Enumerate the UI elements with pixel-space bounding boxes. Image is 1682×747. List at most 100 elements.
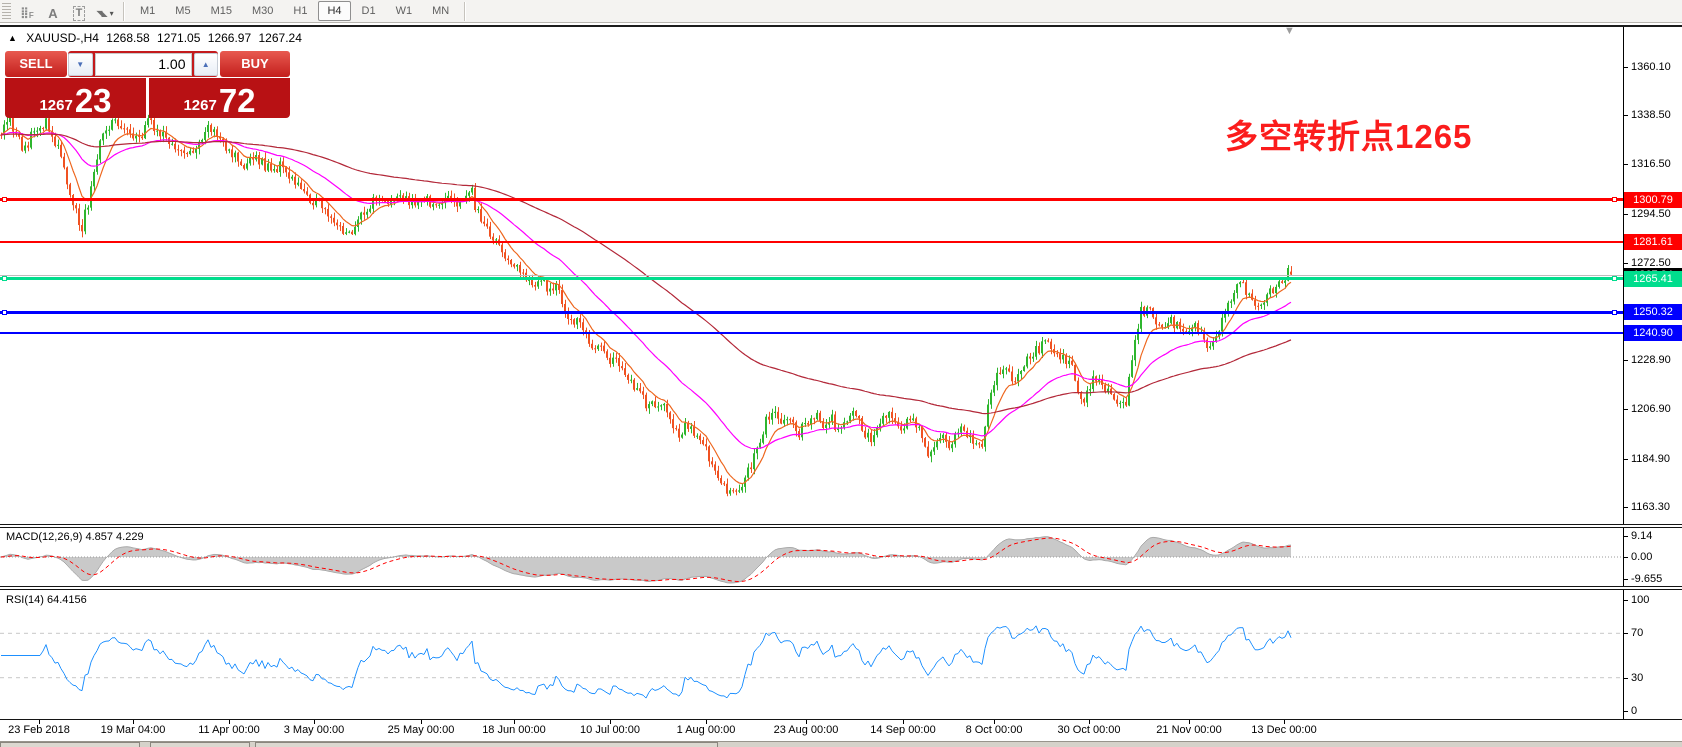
- text-label-button[interactable]: A: [42, 2, 64, 21]
- price-axis-tick-label: 1338.50: [1631, 108, 1671, 122]
- rsi-axis-tick-mark: [1623, 633, 1628, 634]
- timeframe-button-MN[interactable]: MN: [423, 1, 458, 21]
- price-axis-tick-mark: [1623, 360, 1628, 361]
- horizontal-line-1281.61[interactable]: [0, 241, 1623, 243]
- volume-input[interactable]: [95, 53, 192, 76]
- time-axis-label: 18 Jun 00:00: [482, 724, 546, 736]
- macd-axis-tick-label: 9.14: [1631, 529, 1652, 543]
- timeframe-button-M30[interactable]: M30: [243, 1, 282, 21]
- panel-separator-macd-rsi[interactable]: [0, 586, 1682, 590]
- line-handle[interactable]: [2, 276, 7, 281]
- price-axis-tick-label: 1294.50: [1631, 207, 1671, 221]
- time-axis-label: 3 May 00:00: [284, 724, 345, 736]
- rsi-axis-tick-mark: [1623, 711, 1628, 712]
- line-handle[interactable]: [1612, 310, 1617, 315]
- toolbar: ⣿F A T ◥◣▾ M1M5M15M30H1H4D1W1MN: [0, 0, 1682, 23]
- horizontal-line-1265.41[interactable]: [0, 277, 1623, 280]
- timeframe-button-W1[interactable]: W1: [387, 1, 422, 21]
- price-axis-tick-mark: [1623, 459, 1628, 460]
- time-axis-label: 10 Jul 00:00: [580, 724, 640, 736]
- sell-button[interactable]: SELL: [5, 51, 67, 77]
- price-axis-tick-label: 1360.10: [1631, 60, 1671, 74]
- chart-window-top-border: [0, 25, 1682, 27]
- horizontal-line-1300.79[interactable]: [0, 198, 1623, 201]
- time-axis-label: 11 Apr 00:00: [198, 724, 260, 736]
- line-handle[interactable]: [1612, 197, 1617, 202]
- text-box-icon: T: [73, 6, 86, 21]
- toolbar-grip[interactable]: [2, 3, 11, 19]
- time-axis-tick-mark: [1089, 720, 1090, 724]
- chart-annotation-text[interactable]: 多空转折点1265: [1225, 110, 1472, 158]
- time-axis-label: 8 Oct 00:00: [966, 724, 1023, 736]
- ohlc-open: 1268.58: [106, 31, 149, 45]
- macd-axis-tick-mark: [1623, 536, 1628, 537]
- sell-price-main: 1267: [39, 98, 72, 114]
- time-axis-label: 23 Aug 00:00: [774, 724, 839, 736]
- chart-shift-marker-icon[interactable]: ▼: [1284, 26, 1295, 37]
- timeframe-button-H1[interactable]: H1: [284, 1, 316, 21]
- buy-price-main: 1267: [183, 98, 216, 114]
- window-tab[interactable]: [0, 742, 140, 747]
- volume-control: ▼ ▲: [68, 51, 218, 77]
- macd-axis-tick-mark: [1623, 579, 1628, 580]
- time-axis-label: 1 Aug 00:00: [677, 724, 736, 736]
- scale-fix-button[interactable]: ⣿F: [16, 2, 38, 21]
- rsi-indicator-label: RSI(14) 64.4156: [6, 594, 87, 606]
- rsi-axis-tick-label: 0: [1631, 704, 1637, 718]
- timeframe-button-M15[interactable]: M15: [202, 1, 241, 21]
- window-tab-bar: [0, 741, 1682, 747]
- volume-decrease-button[interactable]: ▼: [68, 53, 93, 76]
- hline-price-badge-1240.90: 1240.90: [1624, 325, 1682, 341]
- time-axis-label: 23 Feb 2018: [8, 724, 70, 736]
- time-axis-tick-mark: [314, 720, 315, 724]
- time-axis-tick-mark: [806, 720, 807, 724]
- price-axis-tick-label: 1163.30: [1631, 500, 1670, 514]
- text-box-button[interactable]: T: [68, 2, 90, 21]
- buy-price-display[interactable]: 1267 72: [149, 78, 290, 118]
- price-axis-tick-mark: [1623, 263, 1628, 264]
- panel-separator-main-macd[interactable]: [0, 524, 1682, 528]
- hline-price-badge-1265.41: 1265.41: [1624, 271, 1682, 287]
- line-handle[interactable]: [2, 310, 7, 315]
- arrows-icon: ◥◣: [96, 7, 106, 21]
- time-axis-tick-mark: [39, 720, 40, 724]
- window-tab[interactable]: [150, 742, 250, 747]
- timeframe-button-H4[interactable]: H4: [318, 1, 350, 21]
- price-axis-tick-label: 1228.90: [1631, 353, 1671, 367]
- arrows-tool-button[interactable]: ◥◣▾: [94, 2, 116, 21]
- rsi-panel-canvas[interactable]: [0, 590, 1623, 719]
- horizontal-line-1240.90[interactable]: [0, 332, 1623, 334]
- timeframe-group: M1M5M15M30H1H4D1W1MN: [130, 1, 459, 21]
- hline-price-badge-1281.61: 1281.61: [1624, 234, 1682, 250]
- ohlc-low: 1266.97: [208, 31, 251, 45]
- sell-price-display[interactable]: 1267 23: [5, 78, 146, 118]
- grid-icon: ⣿: [20, 6, 29, 21]
- price-axis-tick-label: 1206.90: [1631, 402, 1671, 416]
- horizontal-line-1250.32[interactable]: [0, 311, 1623, 314]
- timeframe-button-D1[interactable]: D1: [353, 1, 385, 21]
- sell-price-pips: 23: [75, 87, 112, 114]
- line-handle[interactable]: [2, 197, 7, 202]
- price-axis-border: [1623, 27, 1624, 720]
- text-label-icon: A: [48, 6, 57, 21]
- price-axis-tick-mark: [1623, 115, 1628, 116]
- macd-axis-tick-label: 0.00: [1631, 550, 1652, 564]
- price-axis-tick-mark: [1623, 409, 1628, 410]
- time-axis-tick-mark: [610, 720, 611, 724]
- window-tab[interactable]: [255, 742, 718, 747]
- macd-panel-canvas[interactable]: [0, 528, 1623, 586]
- time-axis-tick-mark: [903, 720, 904, 724]
- price-axis-tick-label: 1184.90: [1631, 452, 1670, 466]
- volume-increase-button[interactable]: ▲: [194, 53, 219, 76]
- buy-button[interactable]: BUY: [220, 51, 290, 77]
- time-axis-tick-mark: [1189, 720, 1190, 724]
- timeframe-button-M1[interactable]: M1: [131, 1, 164, 21]
- price-axis-tick-mark: [1623, 214, 1628, 215]
- line-handle[interactable]: [1612, 276, 1617, 281]
- collapse-triangle-icon[interactable]: ▲: [8, 33, 17, 43]
- time-axis-tick-mark: [133, 720, 134, 724]
- macd-indicator-label: MACD(12,26,9) 4.857 4.229: [6, 531, 144, 543]
- hline-price-badge-1250.32: 1250.32: [1624, 304, 1682, 320]
- symbol-period-label: XAUUSD-,H4: [26, 31, 99, 45]
- timeframe-button-M5[interactable]: M5: [166, 1, 199, 21]
